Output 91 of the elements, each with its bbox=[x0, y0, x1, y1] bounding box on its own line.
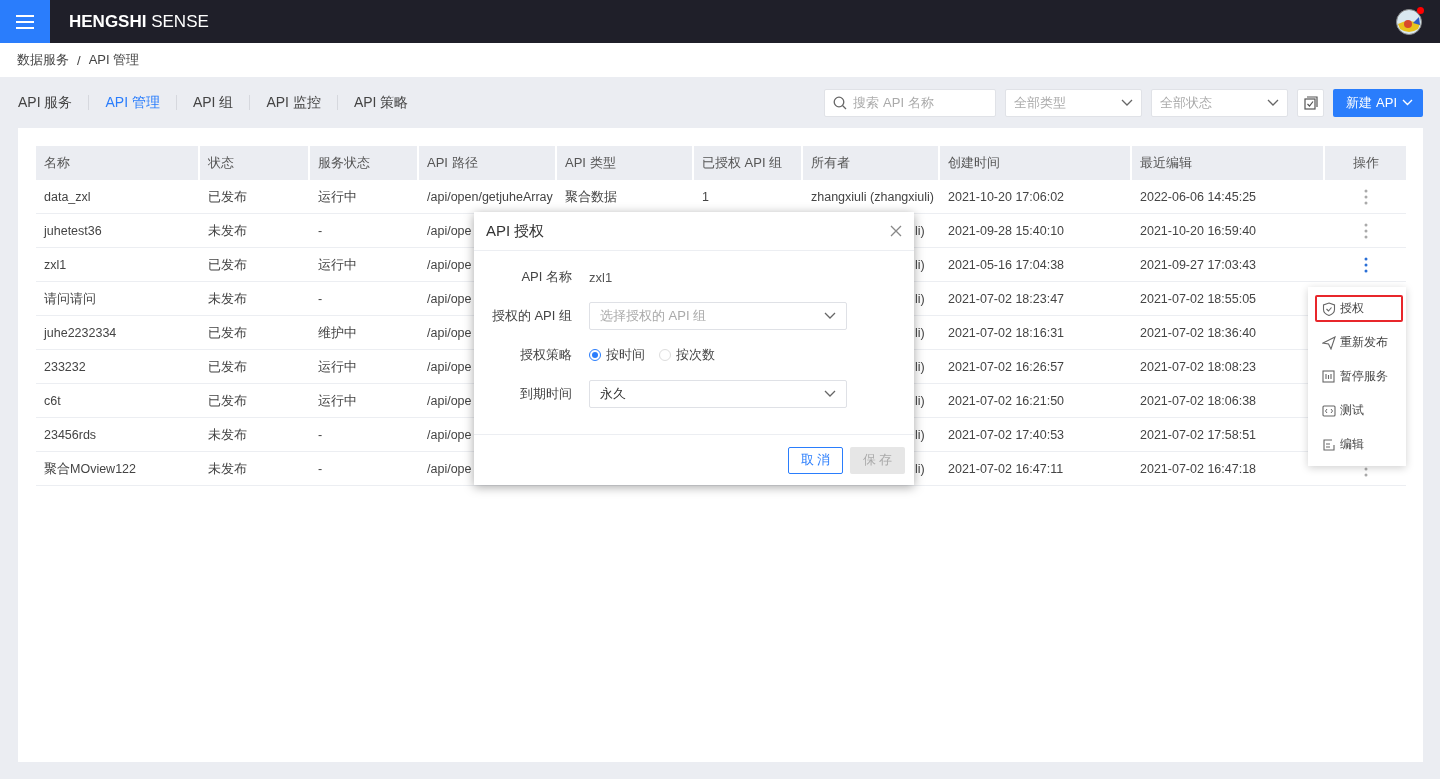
close-button[interactable] bbox=[890, 225, 902, 237]
column-header: API 类型 bbox=[557, 146, 694, 180]
table-cell: 运行中 bbox=[310, 180, 419, 214]
table-cell: 2021-10-20 16:59:40 bbox=[1132, 214, 1325, 248]
menu-icon bbox=[16, 14, 34, 29]
table-cell: 2021-10-20 17:06:02 bbox=[940, 180, 1132, 214]
table-cell: 聚合MOview122 bbox=[36, 452, 200, 486]
checkbox-icon bbox=[1303, 95, 1318, 110]
avatar-icon[interactable] bbox=[1396, 8, 1422, 35]
table-cell: 2021-09-27 17:03:43 bbox=[1132, 248, 1325, 282]
table-cell: - bbox=[310, 452, 419, 486]
table-cell: - bbox=[310, 214, 419, 248]
table-cell: 未发布 bbox=[200, 452, 310, 486]
table-cell: 2021-07-02 17:40:53 bbox=[940, 418, 1132, 452]
more-icon[interactable] bbox=[1363, 188, 1368, 205]
table-cell: 2021-07-02 16:26:57 bbox=[940, 350, 1132, 384]
table-cell: zxl1 bbox=[36, 248, 200, 282]
breadcrumb-item[interactable]: 数据服务 bbox=[17, 51, 69, 69]
table-cell: 2021-07-02 18:23:47 bbox=[940, 282, 1132, 316]
chevron-down-icon bbox=[1121, 98, 1134, 107]
table-cell: juhe2232334 bbox=[36, 316, 200, 350]
select-placeholder: 全部状态 bbox=[1160, 93, 1214, 112]
column-header: 状态 bbox=[200, 146, 310, 180]
column-header: 所有者 bbox=[803, 146, 940, 180]
tab[interactable]: API 服务 bbox=[18, 95, 89, 110]
table-cell: 未发布 bbox=[200, 418, 310, 452]
table-cell: 已发布 bbox=[200, 180, 310, 214]
table-cell: c6t bbox=[36, 384, 200, 418]
radio-option[interactable]: 按时间 bbox=[589, 346, 645, 364]
field-value: zxl1 bbox=[589, 269, 613, 285]
table-cell: 未发布 bbox=[200, 282, 310, 316]
code-icon bbox=[1322, 403, 1336, 418]
chevron-down-icon bbox=[824, 312, 836, 320]
cancel-button[interactable]: 取 消 bbox=[788, 446, 843, 474]
chevron-down-icon bbox=[1267, 98, 1280, 107]
breadcrumb-separator: / bbox=[77, 52, 81, 68]
table-cell: data_zxl bbox=[36, 180, 200, 214]
chevron-down-icon bbox=[1402, 99, 1413, 106]
table-cell: juhetest36 bbox=[36, 214, 200, 248]
select-field[interactable]: 永久 bbox=[589, 380, 847, 408]
tab[interactable]: API 监控 bbox=[249, 95, 337, 110]
table-cell: 2021-07-02 16:47:11 bbox=[940, 452, 1132, 486]
paper-plane-icon bbox=[1322, 335, 1336, 350]
table-cell: 维护中 bbox=[310, 316, 419, 350]
chevron-down-icon bbox=[824, 390, 836, 398]
table-cell: 2021-07-02 16:21:50 bbox=[940, 384, 1132, 418]
shield-icon bbox=[1322, 301, 1336, 316]
column-header: 服务状态 bbox=[310, 146, 419, 180]
edit-icon bbox=[1322, 437, 1336, 452]
table-cell: 2021-07-02 18:16:31 bbox=[940, 316, 1132, 350]
table-cell: 已发布 bbox=[200, 384, 310, 418]
table-cell: 2021-05-16 17:04:38 bbox=[940, 248, 1132, 282]
select-value: 永久 bbox=[600, 385, 627, 403]
select-placeholder: 全部类型 bbox=[1014, 93, 1068, 112]
radio-option[interactable]: 按次数 bbox=[659, 346, 715, 364]
table-cell: 233232 bbox=[36, 350, 200, 384]
close-icon bbox=[890, 225, 902, 237]
column-header: 创建时间 bbox=[940, 146, 1132, 180]
search-icon bbox=[833, 95, 848, 110]
new-api-button[interactable]: 新建 API bbox=[1333, 88, 1423, 117]
table-cell: 已发布 bbox=[200, 350, 310, 384]
table-cell: - bbox=[310, 282, 419, 316]
table-cell: 运行中 bbox=[310, 384, 419, 418]
table-cell: 运行中 bbox=[310, 350, 419, 384]
table-cell: 已发布 bbox=[200, 248, 310, 282]
table-cell: 已发布 bbox=[200, 316, 310, 350]
breadcrumb-item: API 管理 bbox=[88, 51, 140, 69]
more-icon[interactable] bbox=[1363, 222, 1368, 239]
table-cell: - bbox=[310, 418, 419, 452]
table-cell: 未发布 bbox=[200, 214, 310, 248]
select-placeholder: 选择授权的 API 组 bbox=[600, 307, 708, 325]
column-header: 最近编辑 bbox=[1132, 146, 1325, 180]
menu-item[interactable]: 授权 bbox=[1315, 295, 1403, 322]
batch-select-button[interactable] bbox=[1297, 88, 1325, 117]
menu-button[interactable] bbox=[0, 0, 50, 43]
table-cell: 23456rds bbox=[36, 418, 200, 452]
search-placeholder: 搜索 API 名称 bbox=[853, 93, 935, 112]
tab[interactable]: API 组 bbox=[175, 95, 250, 110]
column-header: 名称 bbox=[36, 146, 200, 180]
table-cell: 请问请问 bbox=[36, 282, 200, 316]
table-cell: 2022-06-06 14:45:25 bbox=[1132, 180, 1325, 214]
chart-icon bbox=[1322, 369, 1336, 384]
table-cell: 2021-09-28 15:40:10 bbox=[940, 214, 1132, 248]
column-header: 已授权 API 组 bbox=[694, 146, 803, 180]
table-cell: 运行中 bbox=[310, 248, 419, 282]
column-header: API 路径 bbox=[419, 146, 557, 180]
app-logo: HENGSHI SENSE bbox=[69, 11, 209, 32]
more-icon[interactable] bbox=[1363, 256, 1368, 273]
dialog-title: API 授权 bbox=[486, 221, 546, 241]
column-header: 操作 bbox=[1325, 146, 1406, 180]
tab[interactable]: API 策略 bbox=[336, 95, 425, 110]
